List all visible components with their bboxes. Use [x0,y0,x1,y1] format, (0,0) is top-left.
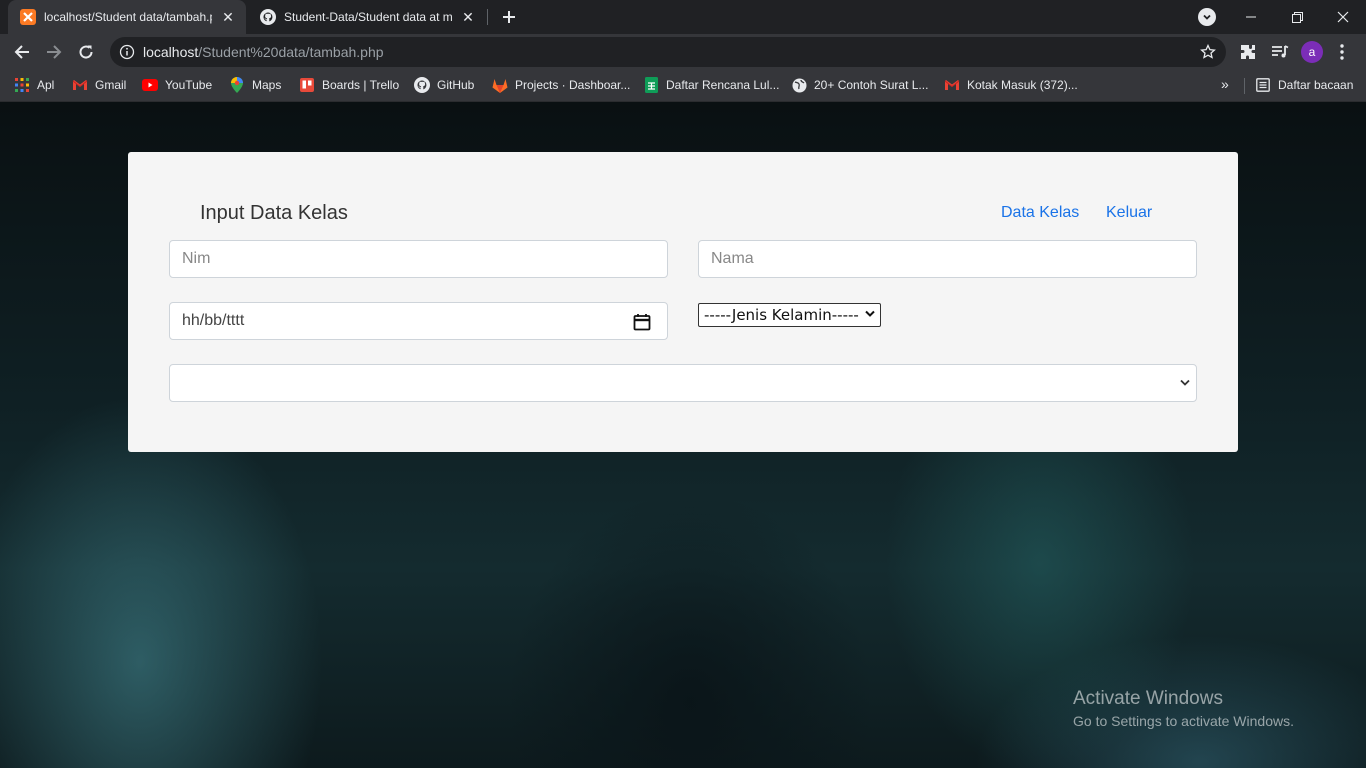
bookmark-kotak-masuk[interactable]: Kotak Masuk (372)... [944,70,1078,100]
tab-search-button[interactable] [1198,8,1216,26]
new-tab-button[interactable] [498,6,520,28]
bookmark-label: Projects · Dashboar... [515,78,631,92]
bookmark-label: Daftar Rencana Lul... [666,78,780,92]
keluar-link[interactable]: Keluar [1106,204,1152,222]
reload-icon [79,45,93,59]
youtube-icon [142,77,158,93]
media-control-icon[interactable] [1270,42,1290,62]
back-button[interactable] [8,38,36,66]
close-window-button[interactable] [1320,0,1366,34]
tab-localhost[interactable]: localhost/Student data/tambah.php ✕ [8,0,246,34]
nama-placeholder: Nama [711,250,754,267]
tab-title: Student-Data/Student data at main [284,10,452,24]
close-icon [1337,11,1349,23]
watermark-title: Activate Windows [1073,688,1223,709]
chevron-down-icon [1180,379,1190,386]
forward-button[interactable] [40,38,68,66]
reading-list-button[interactable]: Daftar bacaan [1255,70,1353,100]
date-input[interactable]: hh/bb/tttt [169,302,668,340]
class-select[interactable] [169,364,1197,402]
gender-select-value: -----Jenis Kelamin----- [704,306,859,324]
maps-icon [229,77,245,93]
nim-input[interactable]: Nim [169,240,668,278]
star-icon[interactable] [1200,44,1216,60]
tab-strip: localhost/Student data/tambah.php ✕ Stud… [0,0,1366,34]
bookmark-youtube[interactable]: YouTube [142,70,212,100]
gitlab-icon [492,77,508,93]
nama-input[interactable]: Nama [698,240,1197,278]
github-icon [260,9,276,25]
gmail-icon [944,77,960,93]
bookmark-apps[interactable]: Apl [14,70,54,100]
bookmark-label: Gmail [95,78,127,92]
bookmark-label: Apl [37,78,55,92]
globe-icon [791,77,807,93]
sheets-icon [643,77,659,93]
bookmark-label: Kotak Masuk (372)... [967,78,1078,92]
reading-list-label: Daftar bacaan [1278,78,1354,92]
page-background: Input Data Kelas Data Kelas Keluar Nim N… [0,102,1366,768]
tab-divider [487,9,488,25]
bookmark-maps[interactable]: Maps [229,70,281,100]
bookmarks-bar: Apl Gmail YouTube Maps Boards | Trello G… [0,70,1366,102]
gender-select[interactable]: -----Jenis Kelamin----- [698,303,881,327]
bookmark-gitlab[interactable]: Projects · Dashboar... [492,70,630,100]
browser-toolbar: localhost/Student%20data/tambah.php a [0,34,1366,70]
chevron-down-icon [1203,14,1211,20]
github-icon [414,77,430,93]
restore-button[interactable] [1274,0,1320,34]
activate-windows-watermark: Activate Windows Go to Settings to activ… [1073,688,1294,729]
plus-icon [503,11,515,23]
bookmark-trello[interactable]: Boards | Trello [299,70,399,100]
bookmark-label: Maps [252,78,282,92]
tab-title: localhost/Student data/tambah.php [44,10,212,24]
bookmark-github[interactable]: GitHub [414,70,474,100]
arrow-left-icon [14,45,29,59]
bookmark-gmail[interactable]: Gmail [72,70,126,100]
bookmarks-overflow-icon[interactable]: » [1221,76,1229,92]
calendar-icon[interactable] [633,313,651,331]
trello-icon [299,77,315,93]
bookmark-label: 20+ Contoh Surat L... [814,78,929,92]
kebab-menu-icon[interactable] [1332,42,1352,62]
apps-grid-icon [14,77,30,93]
nim-placeholder: Nim [182,250,211,267]
page-title: Input Data Kelas [200,202,348,224]
minimize-icon [1246,16,1256,18]
address-bar[interactable]: localhost/Student%20data/tambah.php [110,37,1226,67]
restore-icon [1291,11,1303,23]
date-placeholder: hh/bb/tttt [182,312,245,329]
data-kelas-link[interactable]: Data Kelas [1001,204,1079,222]
xampp-icon [20,9,36,25]
tab-github[interactable]: Student-Data/Student data at main ✕ [248,0,486,34]
bookmark-label: Boards | Trello [322,78,400,92]
bookmark-sheets[interactable]: Daftar Rencana Lul... [643,70,779,100]
form-card: Input Data Kelas Data Kelas Keluar Nim N… [128,152,1238,452]
bookmark-label: GitHub [437,78,475,92]
minimize-button[interactable] [1228,0,1274,34]
bookmark-divider [1244,78,1245,94]
reload-button[interactable] [72,38,100,66]
extensions-icon[interactable] [1238,42,1258,62]
watermark-subtitle: Go to Settings to activate Windows. [1073,713,1294,729]
bookmark-label: YouTube [165,78,213,92]
chevron-down-icon [865,310,875,317]
arrow-right-icon [47,45,62,59]
gmail-icon [72,77,88,93]
close-icon[interactable]: ✕ [458,7,478,27]
close-icon[interactable]: ✕ [218,7,238,27]
info-icon [119,44,135,60]
reading-list-icon [1255,77,1271,93]
bookmark-contoh-surat[interactable]: 20+ Contoh Surat L... [791,70,928,100]
profile-avatar[interactable]: a [1301,41,1323,63]
url-text: localhost/Student%20data/tambah.php [143,44,384,60]
